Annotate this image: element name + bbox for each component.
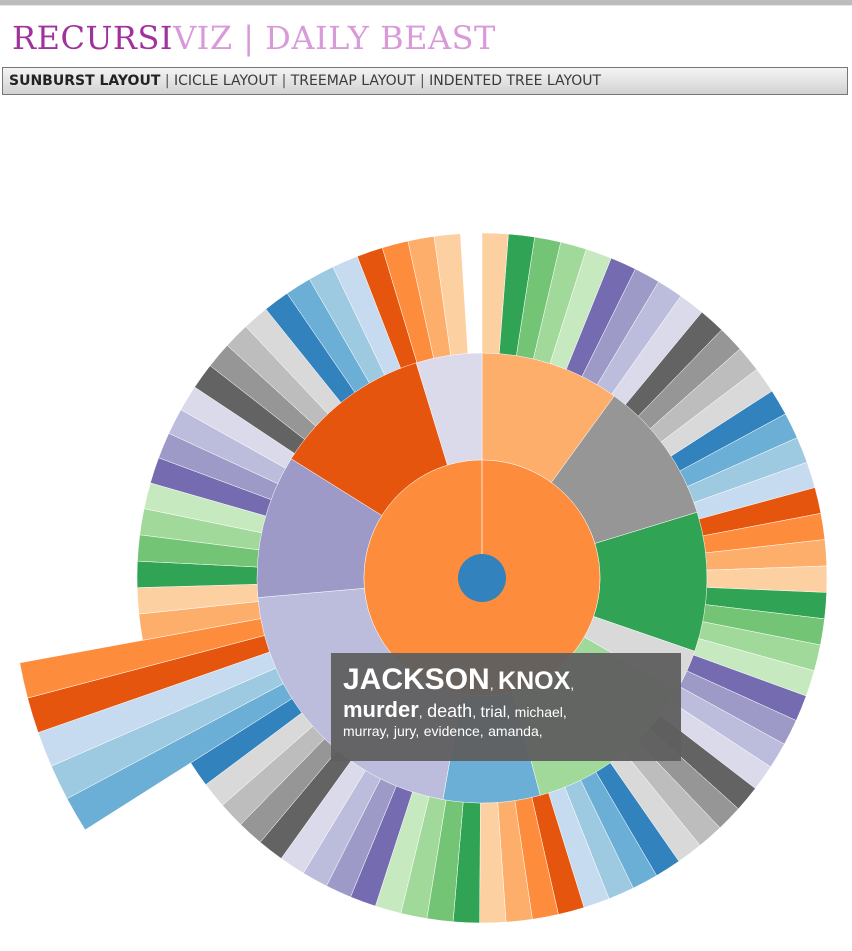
nav-sunburst-layout[interactable]: SUNBURST LAYOUT	[9, 73, 160, 89]
page-title: RECURSIVIZ | DAILY BEAST	[12, 18, 496, 58]
tooltip-word: KNOX	[498, 667, 571, 695]
tooltip-word: murder	[343, 697, 419, 722]
nav-separator: |	[164, 73, 170, 89]
nav-separator: |	[281, 73, 287, 89]
tooltip-word: JACKSON	[343, 663, 490, 696]
tooltip-word: death	[427, 701, 473, 721]
title-viz-daily-beast: VIZ | DAILY BEAST	[173, 19, 496, 57]
title-recursi: RECURSI	[12, 19, 174, 57]
nav-treemap-layout[interactable]: TREEMAP LAYOUT	[291, 73, 416, 89]
nav-separator: |	[419, 73, 425, 89]
nav-indented-tree-layout[interactable]: INDENTED TREE LAYOUT	[429, 73, 601, 89]
tooltip-row-2: murder, death, trial, michael,	[343, 697, 567, 722]
tooltip-word: evidence	[423, 723, 480, 739]
tooltip-word: jury	[393, 723, 416, 739]
tooltip-word: murray	[343, 723, 386, 739]
tooltip-word: trial	[480, 704, 507, 721]
tooltip-row-1: JACKSON, KNOX,	[343, 663, 575, 696]
nav-icicle-layout[interactable]: ICICLE LAYOUT	[174, 73, 277, 89]
tooltip-word: michael	[514, 704, 563, 720]
topic-tooltip: JACKSON, KNOX, murder, death, trial, mic…	[331, 653, 681, 761]
sunburst-center[interactable]	[458, 554, 506, 602]
tooltip-row-3: murray, jury, evidence, amanda,	[343, 723, 543, 739]
sunburst-chart	[19, 232, 828, 924]
layout-nav-bar: SUNBURST LAYOUT | ICICLE LAYOUT | TREEMA…	[2, 67, 848, 95]
window-top-border	[0, 0, 852, 6]
tooltip-word: amanda	[488, 723, 539, 739]
